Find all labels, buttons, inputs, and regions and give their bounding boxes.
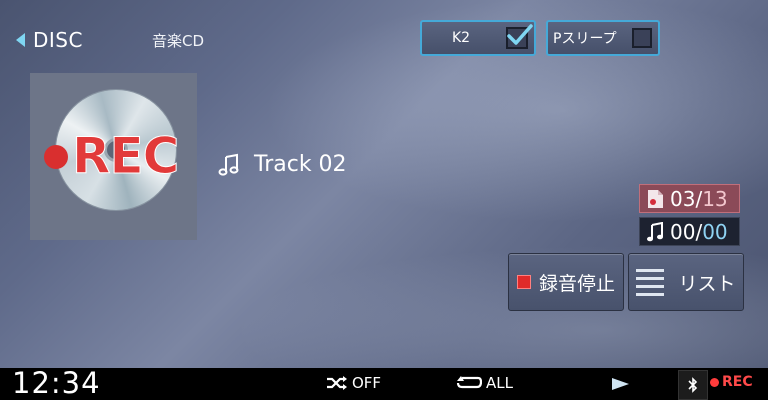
music-note-icon: [218, 153, 239, 176]
repeat-icon: [456, 376, 482, 389]
track-counter: 03 / 13: [639, 184, 740, 213]
status-bar: [0, 368, 768, 400]
list-label: リスト: [678, 272, 736, 295]
back-button[interactable]: DISC: [16, 26, 83, 54]
bluetooth-indicator: [678, 370, 708, 400]
rec-overlay-text: REC: [71, 127, 179, 186]
source-title: DISC: [33, 28, 83, 52]
recorded-counter: 00 / 00: [639, 217, 740, 246]
stop-recording-label: 録音停止: [538, 272, 615, 295]
total-track-number: 13: [702, 186, 728, 211]
recorded-counter-value: 00 / 00: [670, 220, 728, 244]
bluetooth-icon: [688, 377, 698, 393]
k2-checkbox: [506, 24, 533, 49]
clock: 12:34: [12, 366, 101, 400]
play-icon: [612, 378, 629, 390]
list-icon: [636, 268, 665, 296]
list-button[interactable]: リスト: [628, 253, 744, 311]
rec-indicator: REC: [710, 374, 753, 390]
k2-label: K2: [452, 30, 471, 46]
repeat-status[interactable]: ALL: [456, 374, 513, 392]
rec-dot-icon: [44, 145, 68, 169]
shuffle-value: OFF: [352, 374, 382, 392]
rec-dot-icon: [710, 377, 719, 387]
track-counter-value: 03 / 13: [670, 187, 728, 211]
k2-toggle[interactable]: K2: [420, 20, 536, 56]
stop-recording-button[interactable]: 録音停止: [508, 253, 624, 311]
p-sleep-toggle[interactable]: Pスリープ: [546, 20, 660, 56]
recorded-current: 00: [670, 219, 696, 244]
shuffle-icon: [327, 376, 347, 390]
recorded-counter-separator: /: [695, 219, 703, 244]
recorded-total: 00: [702, 219, 728, 244]
rec-status-label: REC: [722, 374, 753, 390]
back-arrow-icon: [16, 33, 25, 47]
repeat-value: ALL: [486, 374, 513, 392]
p-sleep-checkbox: [632, 28, 652, 48]
track-counter-separator: /: [695, 186, 703, 211]
track-title: Track 02: [254, 152, 347, 177]
album-art: REC: [30, 73, 197, 240]
checkmark-icon: [507, 24, 533, 45]
current-track-number: 03: [670, 186, 696, 211]
shuffle-status[interactable]: OFF: [326, 374, 381, 392]
source-type-label: 音楽CD: [152, 32, 205, 50]
p-sleep-label: Pスリープ: [553, 31, 617, 47]
music-note-icon: [647, 221, 663, 241]
stop-icon: [516, 275, 531, 289]
track-file-icon: [648, 189, 663, 208]
track-info: Track 02: [218, 152, 347, 177]
